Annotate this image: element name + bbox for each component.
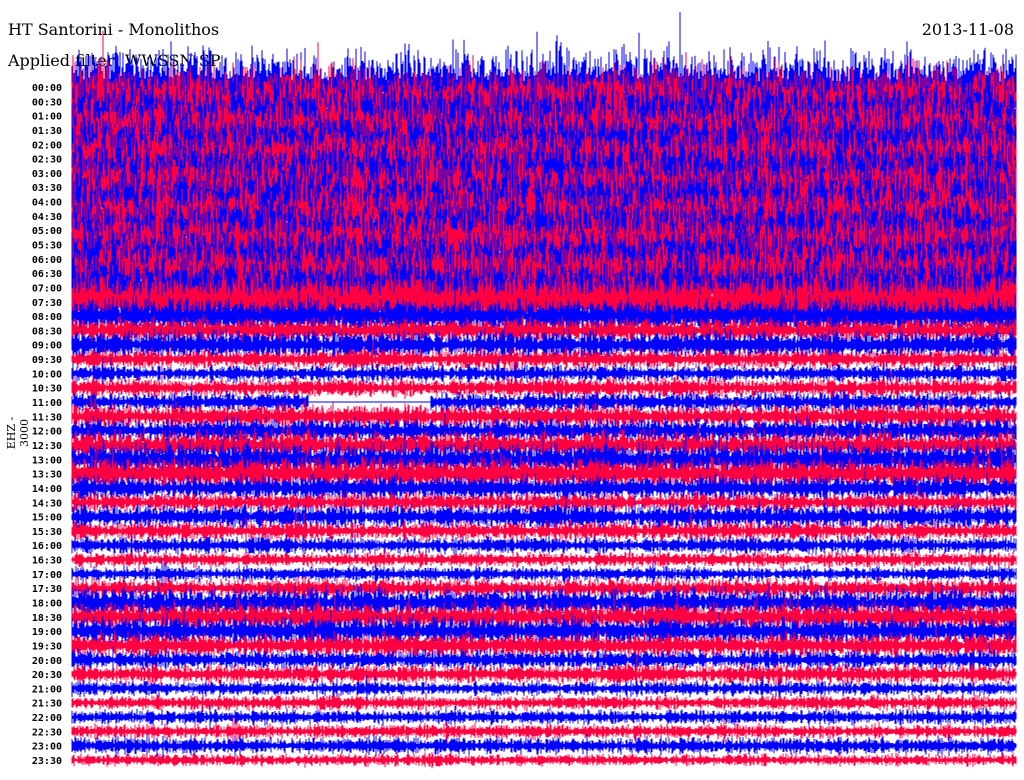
time-tick-label: 11:30 [32, 412, 62, 423]
time-tick-label: 04:30 [32, 212, 62, 223]
time-tick-label: 23:00 [32, 742, 62, 753]
time-tick-label: 20:00 [32, 656, 62, 667]
time-tick-label: 16:00 [32, 541, 62, 552]
time-tick-label: 07:30 [32, 298, 62, 309]
time-tick-label: 10:30 [32, 384, 62, 395]
helicorder-plot: 00:00 00:30 01:00 01:30 02:00 02:30 03:00 03:30… [32, 12, 1017, 769]
seismic-trace [71, 692, 1017, 715]
time-tick-label: 17:30 [32, 584, 62, 595]
seismic-trace [71, 752, 1017, 769]
time-tick-label: 18:00 [32, 598, 62, 609]
time-tick-label: 01:00 [32, 112, 62, 123]
seismic-trace [71, 733, 1017, 759]
time-tick-label: 23:30 [32, 756, 62, 767]
time-tick-label: 17:00 [32, 570, 62, 581]
time-tick-label: 09:00 [32, 341, 62, 352]
time-tick-label: 01:30 [32, 126, 62, 137]
time-tick-label: 06:00 [32, 255, 62, 266]
time-tick-label: 13:00 [32, 455, 62, 466]
time-tick-label: 15:00 [32, 513, 62, 524]
time-tick-label: 03:30 [32, 183, 62, 194]
time-tick-label: 08:00 [32, 312, 62, 323]
time-tick-label: 05:00 [32, 226, 62, 237]
time-tick-label: 04:00 [32, 198, 62, 209]
time-tick-label: 06:30 [32, 269, 62, 280]
time-tick-label: 18:30 [32, 613, 62, 624]
time-tick-label: 16:30 [32, 556, 62, 567]
time-tick-label: 09:30 [32, 355, 62, 366]
time-tick-label: 00:30 [32, 97, 62, 108]
time-tick-label: 12:00 [32, 427, 62, 438]
time-tick-label: 14:30 [32, 498, 62, 509]
time-tick-label: 14:00 [32, 484, 62, 495]
time-tick-label: 22:00 [32, 713, 62, 724]
time-tick-label: 02:00 [32, 140, 62, 151]
time-tick-label: 21:30 [32, 699, 62, 710]
time-tick-label: 08:30 [32, 326, 62, 337]
time-tick-label: 00:00 [32, 83, 62, 94]
time-tick-label: 20:30 [32, 670, 62, 681]
time-tick-label: 05:30 [32, 241, 62, 252]
time-tick-label: 10:00 [32, 369, 62, 380]
time-tick-label: 02:30 [32, 155, 62, 166]
time-tick-label: 19:00 [32, 627, 62, 638]
time-tick-label: 19:30 [32, 641, 62, 652]
time-tick-label: 12:30 [32, 441, 62, 452]
time-tick-label: 15:30 [32, 527, 62, 538]
time-tick-label: 03:00 [32, 169, 62, 180]
time-tick-label: 07:00 [32, 283, 62, 294]
time-tick-label: 11:00 [32, 398, 62, 409]
time-tick-label: 13:30 [32, 470, 62, 481]
time-tick-label: 21:00 [32, 684, 62, 695]
time-tick-label: 22:30 [32, 727, 62, 738]
